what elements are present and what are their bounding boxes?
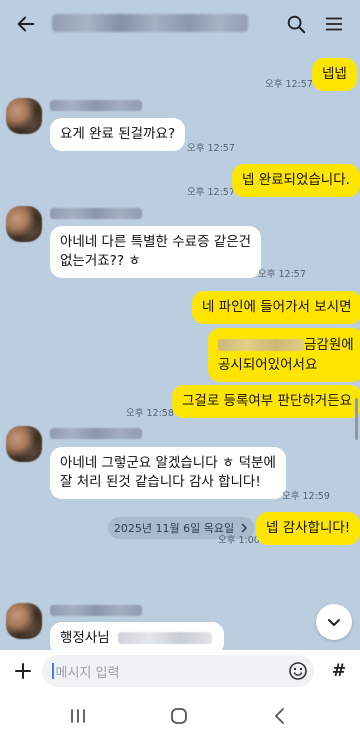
- message-input-placeholder: 메시지 입력: [55, 665, 120, 681]
- chevron-right-icon: [241, 523, 248, 533]
- sender-name-redacted: [50, 428, 142, 439]
- hash-button[interactable]: #: [326, 658, 352, 684]
- avatar[interactable]: [6, 98, 42, 134]
- system-navigation-bar: [0, 692, 360, 738]
- message-line: 잘 처리 된것 같습니다 감사 합니다!: [60, 474, 261, 490]
- message-time: 오후 12:59: [282, 491, 330, 502]
- my-message-bubble[interactable]: 넵 감사합니다!: [256, 512, 360, 545]
- my-message-bubble[interactable]: 넵 완료되었습니다.: [232, 164, 360, 197]
- back-nav-button[interactable]: [268, 704, 292, 728]
- attach-button[interactable]: [10, 658, 36, 684]
- avatar[interactable]: [6, 603, 42, 639]
- message-line: 아네네 다른 특별한 수료증 같은건: [60, 234, 252, 250]
- emoji-button[interactable]: [288, 661, 308, 681]
- sender-name-redacted: [50, 605, 142, 616]
- scrollbar[interactable]: [355, 398, 358, 440]
- home-icon: [171, 708, 187, 724]
- message-line: 없는거죠?? ㅎ: [60, 253, 141, 269]
- avatar[interactable]: [6, 426, 42, 462]
- message-input[interactable]: 메시지 입력: [42, 655, 314, 687]
- my-message-bubble[interactable]: 네 파인에 들어가서 보시면: [192, 291, 360, 324]
- redacted-text: [218, 339, 304, 351]
- menu-button[interactable]: [320, 10, 348, 38]
- their-message-bubble[interactable]: 행정사님: [50, 622, 224, 650]
- date-divider-label: 2025년 11월 6일 목요일: [113, 522, 235, 535]
- message-composer: 메시지 입력 #: [0, 650, 360, 692]
- message-time: 오후 12:57: [187, 187, 235, 198]
- my-message-bubble[interactable]: 그걸로 등록여부 판단하거든요: [172, 385, 360, 418]
- hamburger-menu-icon: [325, 17, 343, 31]
- chat-header: [0, 0, 360, 48]
- plus-icon: [15, 663, 31, 679]
- recent-apps-button[interactable]: [66, 704, 90, 728]
- text-cursor: [52, 663, 54, 679]
- scroll-to-bottom-button[interactable]: [316, 604, 352, 640]
- message-line: 금감원에: [304, 337, 354, 353]
- redacted-text: [117, 632, 212, 644]
- back-button[interactable]: [12, 10, 40, 38]
- avatar[interactable]: [6, 206, 42, 242]
- message-line: 행정사님: [60, 630, 110, 646]
- home-button[interactable]: [167, 704, 191, 728]
- arrow-left-icon: [17, 16, 35, 32]
- recent-apps-icon: [71, 709, 85, 723]
- my-message-bubble[interactable]: 금감원에 공시되어있어서요: [208, 328, 360, 382]
- message-time: 오후 12:57: [187, 143, 235, 154]
- message-line: 공시되어있어서요: [218, 357, 318, 373]
- chat-messages[interactable]: 오후 12:57 넵넵 요게 완료 된걸까요? 오후 12:57 오후 12:5…: [0, 48, 360, 650]
- their-message-bubble[interactable]: 요게 완료 된걸까요?: [50, 118, 186, 151]
- chevron-down-icon: [328, 619, 340, 626]
- sender-name-redacted: [50, 100, 142, 111]
- search-icon: [287, 15, 306, 34]
- message-line: 아네네 그렇군요 알겠습니다 ㅎ 덕분에: [60, 455, 276, 471]
- their-message-bubble[interactable]: 아네네 그렇군요 알겠습니다 ㅎ 덕분에 잘 처리 된것 같습니다 감사 합니다…: [50, 447, 286, 499]
- their-message-bubble[interactable]: 아네네 다른 특별한 수료증 같은건 없는거죠?? ㅎ: [50, 226, 262, 278]
- message-time: 오후 12:57: [258, 269, 306, 280]
- chat-title-redacted: [52, 14, 248, 32]
- emoji-icon: [289, 662, 307, 680]
- chevron-left-icon: [275, 708, 284, 724]
- search-button[interactable]: [282, 10, 310, 38]
- my-message-bubble[interactable]: 넵넵: [312, 58, 357, 91]
- sender-name-redacted: [50, 208, 142, 219]
- date-divider[interactable]: 2025년 11월 6일 목요일: [108, 517, 254, 539]
- message-time: 오후 12:57: [265, 79, 313, 90]
- message-time: 오후 12:58: [126, 408, 174, 419]
